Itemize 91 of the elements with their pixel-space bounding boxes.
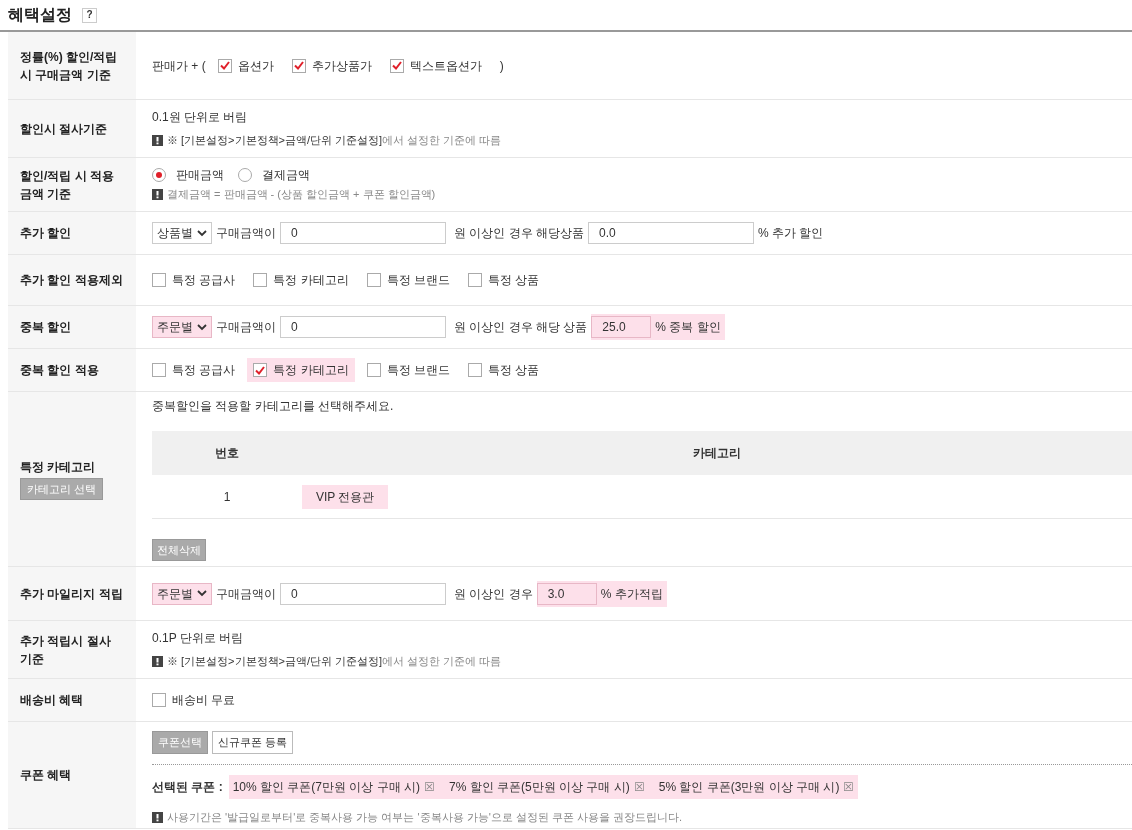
radio-label: 판매금액 (176, 167, 224, 185)
checkbox-label: 텍스트옵션가 (409, 57, 482, 75)
checkbox-label: 추가상품가 (311, 57, 372, 75)
amount-input-field[interactable]: 0 (280, 222, 446, 244)
checkbox-label: 특정 공급사 (172, 362, 236, 379)
field-label: 구매금액이 (216, 225, 276, 242)
column-header: 카테고리 (692, 445, 742, 462)
coupon-name: 7% 할인 쿠폰(5만원 이상 구매 시) (449, 778, 630, 796)
condition-text: 원 이상인 경우 해당 상품 (454, 319, 588, 336)
checkbox[interactable] (366, 273, 381, 287)
checkbox-label: 특정 브랜드 (386, 362, 451, 379)
row-label: 추가 마일리지 적립 (20, 585, 124, 603)
checkbox[interactable] (291, 58, 306, 73)
checkbox[interactable] (468, 273, 483, 287)
rate-suffix-text: % 추가적립 (600, 585, 663, 603)
rounding-text: 0.1원 단위로 버림 (152, 109, 249, 127)
row-label: 정률(%) 할인/적립 시 구매금액 기준 (20, 48, 119, 84)
checkbox[interactable] (253, 273, 268, 287)
select-dropdown[interactable]: 상품별 (152, 222, 212, 244)
checkbox[interactable] (366, 363, 381, 377)
exclamation-icon (152, 811, 163, 823)
chevron-down-icon (197, 323, 207, 331)
column-header: 번호 (214, 445, 240, 462)
checkbox-label: 옵션가 (237, 57, 274, 75)
rounding-text: 0.1P 단위로 버림 (152, 630, 245, 648)
instruction-text: 중복할인을 적용할 카테고리를 선택해주세요. (152, 398, 395, 415)
exclamation-icon (152, 189, 163, 200)
page-title: 혜택설정 (8, 5, 72, 25)
condition-text: 원 이상인 경우 해당상품 (454, 225, 584, 242)
checkbox-label: 특정 카테고리 (273, 272, 349, 289)
radio-button[interactable] (238, 168, 252, 183)
field-label: 구매금액이 (216, 319, 276, 336)
checkbox-label: 특정 카테고리 (273, 362, 349, 379)
coupon-name: 10% 할인 쿠폰(7만원 이상 구매 시) (232, 778, 421, 796)
rate-suffix-text: % 추가 할인 (758, 225, 824, 242)
coupon-button[interactable]: 신규쿠폰 등록 (212, 730, 294, 754)
formula-text: ) (499, 57, 504, 75)
select-dropdown[interactable]: 주문별 (152, 316, 212, 338)
exclamation-icon (152, 656, 163, 667)
checkbox[interactable] (152, 273, 166, 287)
exclamation-icon (152, 135, 163, 146)
checkbox-label: 특정 공급사 (172, 272, 236, 289)
rate-input-field[interactable]: 25.0 (591, 316, 652, 338)
row-label: 중복 할인 적용 (20, 362, 100, 379)
coupon-name: 5% 할인 쿠폰(3만원 이상 구매 시) (658, 778, 840, 796)
note-text: 사용기간은 '발급일로부터'로 중복사용 가능 여부는 '중복사용 가능'으로 설정된 쿠폰 사용을 권장드립니다. (167, 809, 683, 825)
field-label: 구매금액이 (216, 585, 276, 603)
checkbox-label: 특정 상품 (488, 272, 540, 289)
checkbox-label: 배송비 무료 (172, 692, 236, 709)
note-text: 결제금액 = 판매금액 - (상품 할인금액 + 쿠폰 할인금액) (167, 187, 436, 203)
row-label: 쿠폰 혜택 (20, 767, 73, 784)
checkbox[interactable] (468, 363, 483, 377)
selected-coupons-label: 선택된 쿠폰 : (152, 778, 223, 796)
row-label: 중복 할인 (20, 319, 73, 336)
chevron-down-icon (197, 590, 207, 597)
check-icon (293, 61, 304, 70)
check-icon (391, 61, 402, 70)
formula-text: 판매가 + ( (152, 57, 206, 75)
condition-text: 원 이상인 경우 (454, 585, 533, 603)
checkbox-label: 특정 상품 (488, 362, 540, 379)
rate-suffix-text: % 중복 할인 (655, 319, 721, 336)
select-dropdown[interactable]: 주문별 (152, 582, 212, 605)
help-button[interactable]: ? (82, 7, 97, 23)
checkbox[interactable] (152, 693, 166, 707)
note-text: 에서 설정한 기준에 따름 (382, 133, 502, 149)
settings-path-text: ※ [기본설정>기본정책>금액/단위 기준설정] (167, 654, 383, 670)
checkbox-label: 특정 브랜드 (386, 272, 451, 289)
note-text: 에서 설정한 기준에 따름 (382, 654, 502, 670)
check-icon (255, 365, 266, 375)
checkbox[interactable] (217, 58, 232, 73)
row-label: 추가 할인 적용제외 (20, 272, 124, 289)
checkbox[interactable] (253, 363, 268, 377)
row-label: 추가 할인 (20, 225, 73, 242)
amount-input-field[interactable]: 0 (280, 582, 446, 605)
chevron-down-icon (197, 229, 207, 237)
settings-path-text: ※ [기본설정>기본정책>금액/단위 기준설정] (167, 133, 383, 149)
amount-input-field[interactable]: 0 (280, 316, 446, 338)
category-tag: VIP 전용관 (302, 484, 389, 509)
rate-input-field[interactable]: 3.0 (536, 582, 597, 605)
checkbox[interactable] (152, 363, 166, 377)
radio-button[interactable] (152, 168, 166, 183)
radio-label: 결제금액 (262, 167, 310, 185)
checkbox[interactable] (389, 58, 404, 73)
row-label: 할인/적립 시 적용 금액 기준 (20, 167, 115, 203)
check-icon (219, 61, 230, 70)
table-cell-text: 1 (222, 488, 232, 506)
row-label: 배송비 혜택 (20, 692, 85, 709)
row-label: 할인시 절사기준 (20, 120, 109, 138)
row-label: 추가 적립시 절사 기준 (20, 632, 112, 668)
row-label: 특정 카테고리 (20, 459, 97, 476)
rate-input-field[interactable]: 0.0 (588, 222, 754, 244)
